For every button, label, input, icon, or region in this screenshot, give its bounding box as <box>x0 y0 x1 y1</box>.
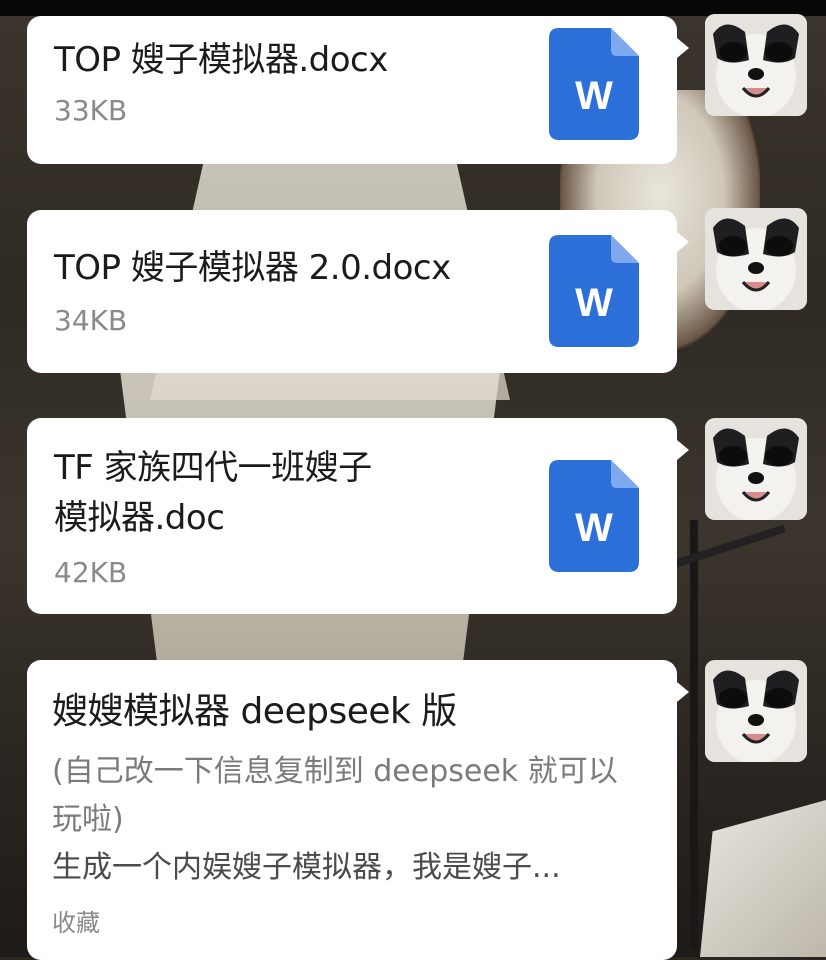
dog-avatar-icon[interactable] <box>705 660 807 762</box>
word-doc-icon: W <box>549 460 639 572</box>
status-bar <box>0 0 826 16</box>
dog-avatar-icon[interactable] <box>705 208 807 310</box>
file-message-card[interactable]: TOP 嫂子模拟器.docx 33KB W <box>27 16 689 164</box>
file-size: 42KB <box>54 556 128 589</box>
word-doc-letter: W <box>575 281 613 325</box>
word-doc-letter: W <box>575 74 613 118</box>
file-name-line2: 模拟器.doc <box>54 498 225 538</box>
file-name-line1: TF 家族四代一班嫂子 <box>54 448 372 488</box>
word-doc-icon: W <box>549 28 639 140</box>
file-size: 34KB <box>54 304 128 337</box>
file-message-card[interactable]: TF 家族四代一班嫂子 模拟器.doc 42KB W <box>27 418 689 614</box>
file-name: TOP 嫂子模拟器 2.0.docx <box>54 248 451 288</box>
favorite-label[interactable]: 收藏 <box>52 903 100 938</box>
file-size: 33KB <box>54 94 128 127</box>
message-description: (自己改一下信息复制到 deepseek 就可以玩啦) <box>52 754 618 837</box>
dog-avatar-icon[interactable] <box>705 14 807 116</box>
text-message-card[interactable]: 嫂嫂模拟器 deepseek 版 (自己改一下信息复制到 deepseek 就可… <box>27 660 689 960</box>
word-doc-letter: W <box>575 506 613 550</box>
file-name: TOP 嫂子模拟器.docx <box>54 40 388 80</box>
word-doc-icon: W <box>549 235 639 347</box>
dog-avatar-icon[interactable] <box>705 418 807 520</box>
message-preview: 生成一个内娱嫂子模拟器，我是嫂子... <box>52 850 561 885</box>
file-message-card[interactable]: TOP 嫂子模拟器 2.0.docx 34KB W <box>27 210 689 373</box>
message-title: 嫂嫂模拟器 deepseek 版 <box>52 691 457 732</box>
